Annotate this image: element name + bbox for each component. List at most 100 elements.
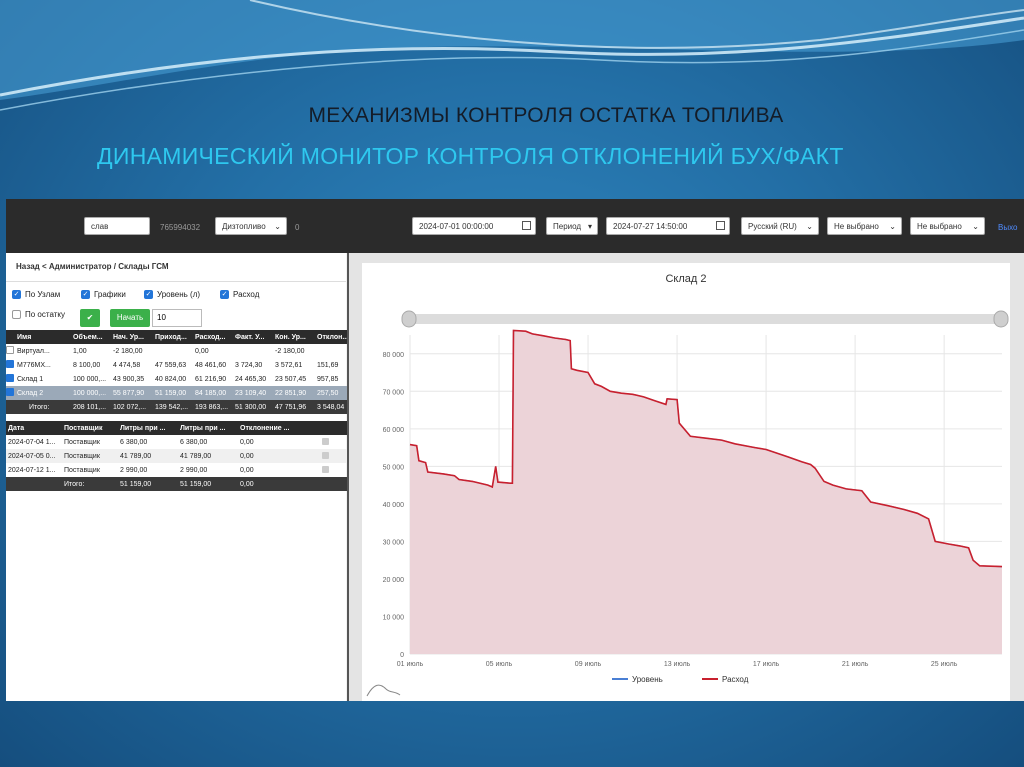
y-tick-label: 70 000 [383,389,405,396]
calendar-icon[interactable] [522,221,531,230]
total-cell: 0,00 [238,477,298,491]
header-cell[interactable]: Приход... [153,330,193,344]
check-label: Расход [233,290,260,299]
table-row[interactable]: Виртуал... 1,00 -2 180,00 0,00 -2 180,00 [6,344,355,358]
date-to-input[interactable]: 2024-07-27 14:50:00 [606,217,730,235]
table-cell: 51 159,00 [153,386,193,400]
period-select[interactable]: Период ▾ [546,217,598,235]
table-row[interactable]: 2024-07-05 0... Поставщик 41 789,00 41 7… [6,449,352,463]
table-total-row: Итого: 208 101,... 102 072,... 139 542,.… [6,400,355,414]
header-cell[interactable]: Расход... [193,330,233,344]
table-row[interactable]: Склад 1 100 000,... 43 900,35 40 824,00 … [6,372,355,386]
legend-label-level[interactable]: Уровень [632,675,663,684]
table-cell: Склад 1 [17,375,44,383]
date-to-value: 2024-07-27 14:50:00 [613,222,688,231]
slide-title: МЕХАНИЗМЫ КОНТРОЛЯ ОСТАТКА ТОПЛИВА [308,104,784,127]
row-checkbox[interactable] [6,374,14,382]
header-cell [298,421,352,435]
checkbox-checked-icon[interactable]: ✓ [144,290,153,300]
row-checkbox[interactable] [6,360,14,368]
range-slider-right-handle[interactable] [993,310,1009,328]
table-cell: 61 216,90 [195,375,227,383]
header-cell[interactable]: Литры при ... [178,421,238,435]
total-cell: 139 542,... [153,400,193,414]
fuel-count: 0 [295,223,300,232]
navigator-mini-icon[interactable] [366,684,401,697]
table-cell: -2 180,00 [113,347,143,355]
disabled-checkbox [321,437,329,445]
header-cell[interactable]: Литры при ... [118,421,178,435]
row-checkbox[interactable] [6,346,14,354]
x-tick-label: 05 июль [486,661,513,668]
filter-select-1[interactable]: Не выбрано ⌄ [827,217,902,235]
check-label: Графики [94,290,126,299]
table-row[interactable]: М776МХ... 8 100,00 4 474,58 47 559,63 48… [6,358,355,372]
total-cell: 208 101,... [71,400,111,414]
table-cell: 0,00 [195,347,209,355]
table-cell: 23 109,40 [233,386,273,400]
check-by-balance[interactable]: По остатку [12,310,65,320]
breadcrumb[interactable]: Назад < Администратор / Склады ГСМ [16,262,169,271]
table-cell: 84 185,00 [193,386,233,400]
table-row[interactable]: 2024-07-12 1... Поставщик 2 990,00 2 990… [6,463,352,477]
y-tick-label: 80 000 [383,352,405,359]
header-cell [6,330,15,344]
header-cell[interactable]: Поставщик [62,421,118,435]
check-consumption[interactable]: ✓ Расход [220,290,260,300]
table-cell: М776МХ... [17,361,51,369]
legend-label-consumption[interactable]: Расход [722,675,749,684]
y-tick-label: 30 000 [383,539,405,546]
check-label: Уровень (л) [157,290,201,299]
range-slider-left-handle[interactable] [401,310,417,328]
language-select[interactable]: Русский (RU) ⌄ [741,217,819,235]
header-cell[interactable]: Дата [6,421,62,435]
table-cell: Поставщик [62,449,118,463]
app-screenshot: слав 765994032 Дизтопливо ⌄ 0 2024-07-01 … [6,199,1024,701]
table-cell: 2 990,00 [120,466,148,474]
check-by-nodes[interactable]: ✓ По Узлам [12,290,61,300]
header-cell[interactable]: Объем... [71,330,111,344]
ok-button[interactable]: ✔ [80,309,100,327]
exit-link[interactable]: Выхо [998,223,1017,232]
header-cell[interactable]: Кон. Ур... [273,330,315,344]
y-tick-label: 10 000 [383,614,405,621]
table-row[interactable]: 2024-07-04 1... Поставщик 6 380,00 6 380… [6,435,352,449]
checkbox-checked-icon[interactable]: ✓ [81,290,90,300]
check-charts[interactable]: ✓ Графики [81,290,126,300]
total-cell: 47 751,96 [273,400,315,414]
checkbox-checked-icon[interactable]: ✓ [12,290,21,300]
date-from-input[interactable]: 2024-07-01 00:00:00 [412,217,536,235]
row-checkbox[interactable] [6,388,14,396]
table-cell: 3 724,30 [235,361,263,369]
header-cell[interactable]: Нач. Ур... [111,330,153,344]
calendar-icon[interactable] [716,221,725,230]
search-input[interactable]: слав [84,217,150,235]
table-cell: 23 507,45 [275,375,307,383]
header-cell[interactable]: Имя [15,330,71,344]
header-cell[interactable]: Отклонение ... [238,421,298,435]
table-cell: 41 789,00 [118,449,178,463]
check-level[interactable]: ✓ Уровень (л) [144,290,201,300]
range-slider-track[interactable] [410,314,1002,324]
checkbox-empty-icon[interactable] [12,310,21,320]
table-cell: 40 824,00 [155,375,187,383]
table-row-selected[interactable]: Склад 2 100 000,... 55 877,90 51 159,00 … [6,386,355,400]
disabled-checkbox [321,451,329,459]
check-label: По Узлам [25,290,61,299]
filter-select-1-value: Не выбрано [834,222,879,231]
account-id: 765994032 [160,223,201,232]
total-cell: Итого: [62,477,118,491]
table-cell: 0,00 [238,449,298,463]
deliveries-table: Дата Поставщик Литры при ... Литры при .… [6,421,352,491]
table-cell: 3 572,61 [275,361,303,369]
x-tick-label: 13 июль [664,661,691,668]
checkbox-checked-icon[interactable]: ✓ [220,290,229,300]
y-tick-label: 60 000 [383,427,405,434]
filter-select-2[interactable]: Не выбрано ⌄ [910,217,985,235]
start-value-input[interactable]: 10 [152,309,202,327]
fuel-type-select[interactable]: Дизтопливо ⌄ [215,217,287,235]
table-cell: 6 380,00 [180,438,208,446]
header-cell[interactable]: Факт. У... [233,330,273,344]
disabled-checkbox [321,465,329,473]
start-button[interactable]: Начать [110,309,150,327]
